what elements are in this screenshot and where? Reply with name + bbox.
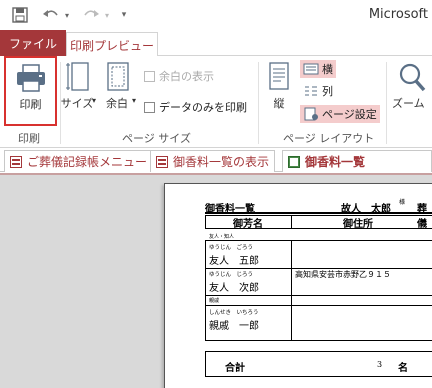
- total-rule: [205, 351, 206, 376]
- object-tab-bar: ご葬儀記録帳メニュー 御香料一覧の表示 御香料一覧: [0, 148, 432, 172]
- entry-name: 友人 次郎: [209, 283, 259, 294]
- landscape-button[interactable]: 横: [300, 60, 336, 78]
- columns-button[interactable]: 列: [300, 82, 336, 100]
- entry-name: 友人 五郎: [209, 256, 259, 267]
- magnifier-icon: [399, 63, 426, 92]
- undo-icon[interactable]: [40, 5, 62, 25]
- portrait-label: 縦: [273, 97, 285, 110]
- table-rule: [291, 240, 292, 340]
- size-label: サイズ: [60, 97, 94, 110]
- group-label-print: 印刷: [18, 132, 40, 145]
- portrait-button[interactable]: 縦: [264, 60, 294, 120]
- honorific: 様: [399, 199, 406, 206]
- save-icon[interactable]: [10, 5, 30, 25]
- show-margins-checkbox[interactable]: 余白の表示: [144, 68, 214, 84]
- object-tab-report[interactable]: 御香料一覧: [282, 150, 432, 172]
- entry-kana: ゆうじん じろう: [209, 272, 254, 278]
- checkbox-box: [144, 70, 155, 82]
- object-tab-label: 御香料一覧: [305, 155, 366, 169]
- margins-label: 余白: [106, 97, 128, 110]
- total-unit: 名: [398, 363, 408, 374]
- table-rule: [205, 240, 206, 340]
- table-rule: [205, 215, 206, 228]
- size-button[interactable]: サイズ ▾: [60, 60, 96, 120]
- page-setup-button[interactable]: ページ設定: [300, 105, 380, 123]
- portrait-icon: [269, 62, 289, 90]
- zoom-label: ズーム: [392, 97, 425, 110]
- margins-icon: [107, 62, 129, 91]
- table-rule: [205, 305, 432, 306]
- group-label: 親戚: [209, 298, 220, 304]
- table-rule: [205, 228, 432, 229]
- table-rule: [205, 340, 432, 341]
- group-label-page-size: ページ サイズ: [122, 132, 191, 145]
- entry-name: 親戚 一郎: [209, 321, 259, 332]
- entry-kana: しんせき いちろう: [209, 310, 259, 316]
- print-preview-area[interactable]: 御香料一覧 故人 太郎 様 葬儀 御芳名 御住所 友人・知人 ゆうじん ごろう …: [0, 173, 432, 388]
- redo-dropdown-icon[interactable]: ▾: [103, 5, 111, 25]
- columns-icon: [305, 86, 317, 96]
- form-icon: [156, 155, 168, 168]
- undo-dropdown-icon[interactable]: ▾: [63, 5, 71, 25]
- tab-file[interactable]: ファイル: [0, 30, 66, 56]
- total-rule: [205, 376, 432, 377]
- object-tab-menu[interactable]: ご葬儀記録帳メニュー: [4, 150, 154, 172]
- print-button[interactable]: 印刷: [4, 56, 57, 126]
- page-size-icon: [66, 62, 89, 91]
- total-label: 合計: [225, 363, 245, 374]
- header-rule: [205, 212, 432, 214]
- ribbon-tab-row: ファイル 印刷プレビュー: [0, 30, 432, 57]
- page-setup-icon: [304, 107, 318, 121]
- show-margins-label: 余白の表示: [159, 70, 214, 83]
- columns-label: 列: [322, 85, 333, 98]
- object-tab-label: ご葬儀記録帳メニュー: [27, 155, 148, 169]
- page-setup-label: ページ設定: [322, 108, 377, 121]
- group-divider: [386, 62, 387, 144]
- margins-dropdown-icon: ▾: [131, 96, 136, 105]
- group-label: 友人・知人: [209, 234, 235, 240]
- entry-kana: ゆうじん ごろう: [209, 245, 254, 251]
- group-label-page-layout: ページ レイアウト: [283, 132, 375, 145]
- zoom-button[interactable]: ズーム: [392, 60, 432, 120]
- table-rule: [205, 240, 432, 241]
- landscape-icon: [303, 63, 319, 75]
- margins-button[interactable]: 余白 ▾: [100, 60, 136, 120]
- total-rule: [205, 351, 432, 352]
- object-tab-view[interactable]: 御香料一覧の表示: [150, 150, 276, 172]
- report-page: 御香料一覧 故人 太郎 様 葬儀 御芳名 御住所 友人・知人 ゆうじん ごろう …: [164, 183, 432, 388]
- print-data-only-checkbox[interactable]: データのみを印刷: [144, 99, 247, 115]
- object-tab-label: 御香料一覧の表示: [173, 155, 270, 169]
- redo-icon[interactable]: [80, 5, 102, 25]
- group-divider: [258, 62, 259, 144]
- landscape-label: 横: [322, 63, 333, 76]
- printer-icon: [17, 64, 45, 92]
- form-icon: [10, 155, 22, 168]
- ribbon: 印刷 印刷 サイズ ▾ 余白 ▾ 余白の表示 データのみを印刷 ページ サイズ: [0, 56, 432, 148]
- report-icon: [288, 155, 300, 168]
- table-rule: [291, 215, 292, 228]
- customize-icon[interactable]: ▾: [118, 5, 130, 25]
- total-count: 3: [377, 360, 383, 369]
- print-data-only-label: データのみを印刷: [159, 101, 247, 114]
- tab-print-preview[interactable]: 印刷プレビュー: [66, 32, 158, 57]
- app-title: Microsoft: [368, 7, 428, 22]
- size-dropdown-icon: ▾: [91, 96, 96, 105]
- table-rule: [205, 295, 432, 296]
- print-label: 印刷: [19, 98, 42, 111]
- entry-address: 高知県安芸市赤野乙９１５: [295, 270, 391, 279]
- title-bar: ▾ ▾ ▾ Microsoft: [0, 0, 432, 30]
- checkbox-box: [144, 101, 155, 113]
